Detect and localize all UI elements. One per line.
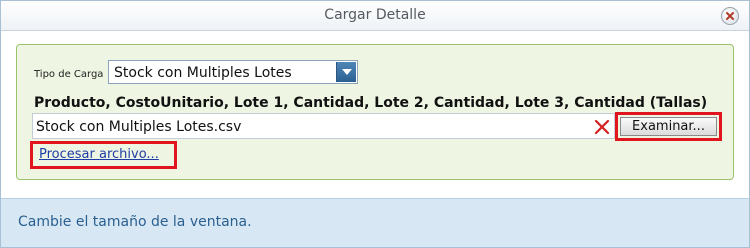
browse-button[interactable]: Examinar... — [620, 117, 717, 136]
chevron-down-icon[interactable] — [336, 62, 356, 82]
format-description: Producto, CostoUnitario, Lote 1, Cantida… — [34, 95, 708, 111]
process-file-link[interactable]: Procesar archivo... — [39, 147, 159, 162]
upload-panel: Tipo de Carga Stock con Multiples Lotes … — [16, 44, 734, 180]
tipo-carga-select[interactable]: Stock con Multiples Lotes — [108, 60, 358, 84]
file-path-value: Stock con Multiples Lotes.csv — [36, 119, 242, 135]
title-bar: Cargar Detalle — [1, 1, 749, 31]
close-icon — [726, 12, 734, 20]
tipo-carga-label: Tipo de Carga — [34, 69, 104, 80]
clear-file-icon[interactable] — [593, 118, 611, 136]
tipo-carga-value: Stock con Multiples Lotes — [114, 65, 292, 81]
browse-highlight: Examinar... — [615, 112, 722, 141]
cargar-detalle-dialog: Cargar Detalle Tipo de Carga Stock con M… — [0, 0, 750, 248]
file-path-input[interactable]: Stock con Multiples Lotes.csv — [32, 113, 615, 139]
close-button[interactable] — [721, 7, 739, 25]
status-bar: Cambie el tamaño de la ventana. — [1, 198, 749, 247]
process-highlight: Procesar archivo... — [30, 141, 177, 169]
dialog-content: Tipo de Carga Stock con Multiples Lotes … — [1, 32, 749, 198]
window-title: Cargar Detalle — [324, 7, 426, 23]
status-text: Cambie el tamaño de la ventana. — [18, 214, 252, 230]
